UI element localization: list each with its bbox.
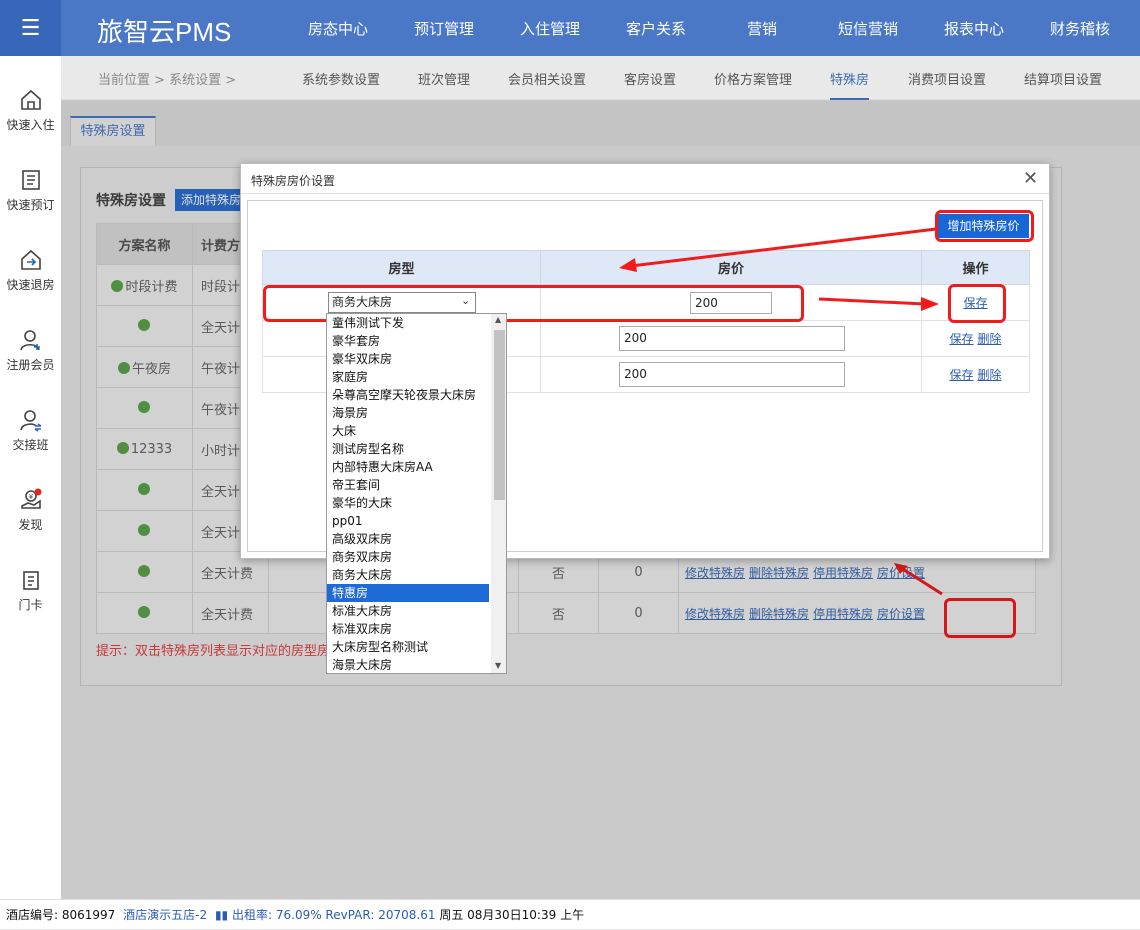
delete-link[interactable]: 删除 [978, 368, 1002, 382]
nav-room-status[interactable]: 房态中心 [308, 18, 368, 39]
list-item[interactable]: 家庭房 [327, 368, 489, 386]
subnav-member-settings[interactable]: 会员相关设置 [508, 69, 586, 88]
sidebar: 快速入住 快速预订 快速退房 注册会员 交接班 ¥ 发现 门卡 [0, 56, 61, 899]
room-type-dropdown-list: 童伟测试下发 豪华套房 豪华双床房 家庭房 朵尊高空摩天轮夜景大床房 海景房 大… [326, 313, 507, 674]
hotel-number: 8061997 [61, 908, 116, 922]
sidebar-item-label: 快速入住 [6, 118, 55, 132]
sidebar-item-register-member[interactable]: 注册会员 [0, 328, 61, 373]
annotation-box [935, 210, 1034, 242]
status-bar: 酒店编号: 8061997 酒店演示五店-2 ▮▮ 出租率: 76.09% Re… [0, 899, 1140, 929]
subnav-shift-management[interactable]: 班次管理 [418, 69, 470, 88]
subnav-system-params[interactable]: 系统参数设置 [302, 69, 380, 88]
price-input[interactable]: 200 [619, 326, 845, 351]
nav-sms[interactable]: 短信营销 [838, 18, 898, 39]
list-item[interactable]: 豪华双床房 [327, 350, 489, 368]
list-item[interactable]: 豪华套房 [327, 332, 489, 350]
breadcrumb: 当前位置 > 系统设置 > [98, 73, 237, 88]
subnav-settlement-items[interactable]: 结算项目设置 [1024, 69, 1102, 88]
column-header: 房型 [262, 250, 541, 285]
svg-text:¥: ¥ [28, 493, 33, 501]
sidebar-item-quick-booking[interactable]: 快速预订 [0, 168, 61, 213]
annotation-arrow [818, 297, 939, 311]
nav-booking[interactable]: 预订管理 [414, 18, 474, 39]
subnav-special-room[interactable]: 特殊房 [830, 69, 870, 100]
save-link[interactable]: 保存 [949, 332, 973, 346]
list-item[interactable]: 朵尊高空摩天轮夜景大床房 [327, 386, 489, 404]
sidebar-item-label: 快速预订 [6, 198, 55, 212]
list-item[interactable]: 高级双床房 [327, 530, 489, 548]
hotel-name[interactable]: 酒店演示五店-2 [123, 908, 207, 922]
list-item[interactable]: 海景房 [327, 404, 489, 422]
sidebar-item-label: 交接班 [12, 438, 49, 452]
scroll-up-icon[interactable]: ▲ [495, 315, 501, 324]
discover-icon: ¥ [20, 488, 41, 509]
list-item[interactable]: 测试房型名称 [327, 440, 489, 458]
list-item[interactable]: 豪华的大床 [327, 494, 489, 512]
list-item[interactable]: 大床房型名称测试 [327, 638, 489, 656]
card-icon [22, 571, 39, 590]
list-item[interactable]: 标准大床房 [327, 602, 489, 620]
nav-crm[interactable]: 客户关系 [626, 18, 686, 39]
sidebar-item-room-card[interactable]: 门卡 [0, 568, 61, 613]
sidebar-item-quick-checkin[interactable]: 快速入住 [0, 88, 61, 133]
annotation-box [948, 284, 1006, 323]
save-link[interactable]: 保存 [949, 368, 973, 382]
sidebar-item-label: 快速退房 [6, 278, 55, 292]
nav-checkin[interactable]: 入住管理 [520, 18, 580, 39]
hotel-number-label: 酒店编号: [6, 908, 59, 922]
home-icon [20, 89, 41, 110]
subnav-price-plans[interactable]: 价格方案管理 [714, 69, 792, 88]
dialog-title: 特殊房房价设置 [251, 174, 336, 188]
menu-toggle-icon[interactable]: ☰ [0, 0, 61, 56]
sidebar-item-discover[interactable]: ¥ 发现 [0, 488, 61, 533]
list-item[interactable]: 大床 [327, 422, 489, 440]
delete-link[interactable]: 删除 [978, 332, 1002, 346]
list-item[interactable]: 商务双床房 [327, 548, 489, 566]
shift-icon [19, 410, 41, 432]
sidebar-item-label: 门卡 [18, 598, 43, 612]
app-title: 旅智云PMS [97, 17, 232, 47]
subnav-consumption-items[interactable]: 消费项目设置 [908, 69, 986, 88]
scrollbar-thumb[interactable] [494, 330, 505, 500]
list-item[interactable]: 帝王套间 [327, 476, 489, 494]
sidebar-item-quick-checkout[interactable]: 快速退房 [0, 248, 61, 293]
scroll-down-icon[interactable]: ▼ [495, 661, 501, 670]
price-input[interactable]: 200 [619, 362, 845, 387]
subnav-room-settings[interactable]: 客房设置 [624, 69, 676, 88]
dialog-header [241, 164, 1049, 194]
sidebar-item-label: 注册会员 [6, 358, 55, 372]
list-item-selected[interactable]: 特惠房 [327, 584, 489, 602]
sidebar-item-label: 发现 [18, 518, 43, 532]
datetime: 周五 08月30日10:39 上午 [439, 908, 585, 922]
close-icon[interactable]: ✕ [1023, 168, 1038, 189]
nav-marketing[interactable]: 营销 [747, 18, 777, 39]
list-item[interactable]: 童伟测试下发 [327, 314, 489, 332]
nav-reports[interactable]: 报表中心 [944, 18, 1004, 39]
sidebar-item-shift-handover[interactable]: 交接班 [0, 408, 61, 453]
add-user-icon [19, 330, 40, 351]
bar-chart-icon: ▮▮ [214, 908, 229, 922]
dropdown-scrollbar[interactable]: ▲ ▼ [491, 314, 506, 673]
list-item[interactable]: pp01 [327, 512, 489, 530]
list-item[interactable]: 标准双床房 [327, 620, 489, 638]
list-item[interactable]: 商务大床房 [327, 566, 489, 584]
list-item[interactable]: 海景大床房 [327, 656, 489, 673]
nav-finance[interactable]: 财务稽核 [1050, 18, 1110, 39]
occupancy-stats: 出租率: 76.09% RevPAR: 20708.61 [232, 908, 436, 922]
checkout-icon [20, 249, 41, 270]
annotation-arrow [619, 227, 937, 272]
list-item[interactable]: 内部特惠大床房AA [327, 458, 489, 476]
document-icon [21, 170, 40, 190]
